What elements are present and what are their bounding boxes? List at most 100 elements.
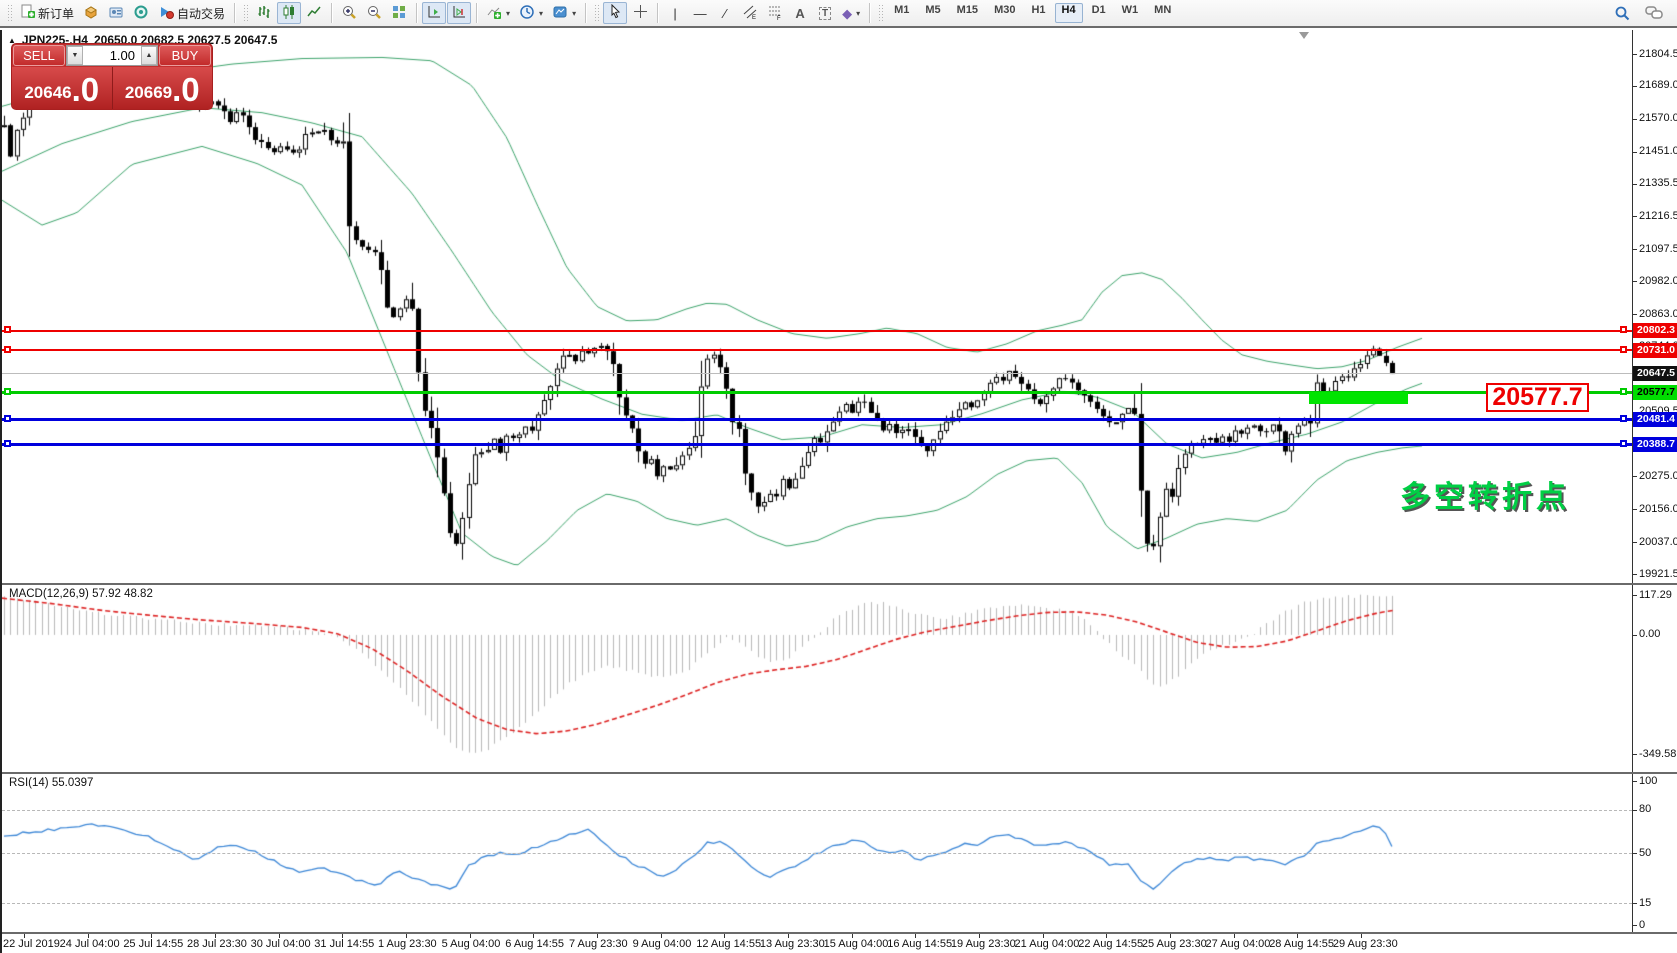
text-tool-button[interactable]: A — [788, 2, 812, 24]
hline-icon: — — [694, 7, 707, 20]
toolbar-grip — [594, 4, 599, 22]
price-callout-text: 20577.7 — [1492, 383, 1582, 412]
zoom-in-icon — [341, 4, 357, 23]
time-axis-label: 22 Jul 2019 — [3, 938, 60, 950]
horizontal-line-20388.7[interactable] — [2, 443, 1632, 446]
one-click-price-row: 20646 .0 20669 .0 — [12, 67, 212, 109]
buy-price-main: 20669 — [125, 80, 172, 106]
buy-button[interactable]: BUY — [159, 45, 211, 66]
new-order-button[interactable]: 新订单 — [16, 2, 78, 24]
macd-values: 57.92 48.82 — [92, 588, 153, 600]
timeframe-H1[interactable]: H1 — [1024, 3, 1052, 23]
time-axis-label: 28 Jul 23:30 — [187, 938, 247, 950]
data-window-button[interactable] — [129, 2, 153, 24]
toolbar-grip — [243, 4, 248, 22]
zoom-out-button[interactable] — [362, 2, 386, 24]
price-tick-label: 21335.5 — [1639, 177, 1677, 189]
line-chart-button[interactable] — [302, 2, 326, 24]
line-endpoint-handle[interactable] — [4, 415, 11, 422]
shapes-tool-button[interactable]: ◆ ▾ — [838, 2, 864, 24]
auto-scroll-button[interactable] — [422, 2, 446, 24]
price-callout-box[interactable]: 20577.7 — [1486, 383, 1589, 412]
sell-button[interactable]: SELL — [13, 45, 65, 66]
horizontal-line-20481.4[interactable] — [2, 418, 1632, 421]
cursor-tool-button[interactable] — [603, 2, 627, 24]
bar-chart-button[interactable] — [252, 2, 276, 24]
line-endpoint-handle[interactable] — [1620, 326, 1627, 333]
volume-stepper: ▼ ▲ — [66, 45, 158, 66]
chat-icon — [1645, 5, 1663, 21]
turning-point-note[interactable]: 多空转折点 — [1400, 472, 1570, 516]
trendline-tool-button[interactable]: ∕ — [713, 2, 737, 24]
line-endpoint-handle[interactable] — [4, 440, 11, 447]
price-badge: 20647.5 — [1633, 366, 1677, 381]
timeframe-M30[interactable]: M30 — [987, 3, 1022, 23]
volume-input[interactable] — [83, 46, 141, 65]
macd-label: MACD(12,26,9) — [9, 588, 89, 600]
templates-icon — [552, 4, 568, 23]
pane-separator[interactable] — [2, 772, 1677, 774]
indicators-button[interactable]: ▾ — [482, 2, 514, 24]
timeframe-M1[interactable]: M1 — [887, 3, 916, 23]
macd-pane-title: MACD(12,26,9) 57.92 48.82 — [9, 588, 153, 600]
bar-chart-icon — [256, 4, 272, 23]
time-axis-label: 13 Aug 23:30 — [760, 938, 825, 950]
time-axis-label: 7 Aug 23:30 — [569, 938, 628, 950]
rsi-level-line — [2, 853, 1632, 854]
line-endpoint-handle[interactable] — [1620, 388, 1627, 395]
chart-shift-marker[interactable] — [1299, 32, 1309, 39]
text-label-tool-button[interactable]: T — [813, 2, 837, 24]
search-button[interactable] — [1610, 2, 1635, 24]
buy-price-display[interactable]: 20669 .0 — [113, 67, 213, 109]
line-endpoint-handle[interactable] — [1620, 346, 1627, 353]
navigator-button[interactable] — [104, 2, 128, 24]
channel-tool-button[interactable]: E — [738, 2, 762, 24]
auto-trading-button[interactable]: 自动交易 — [154, 2, 229, 24]
crosshair-tool-button[interactable] — [628, 2, 652, 24]
zoom-in-button[interactable] — [337, 2, 361, 24]
fibonacci-tool-button[interactable]: F — [763, 2, 787, 24]
periods-button[interactable]: ▾ — [515, 2, 547, 24]
timeframe-M5[interactable]: M5 — [918, 3, 947, 23]
line-endpoint-handle[interactable] — [1620, 415, 1627, 422]
chart-shift-button[interactable] — [447, 2, 471, 24]
vline-tool-button[interactable]: | — [663, 2, 687, 24]
timeframe-H4[interactable]: H4 — [1055, 3, 1083, 23]
line-endpoint-handle[interactable] — [4, 326, 11, 333]
highlight-zone[interactable] — [1309, 392, 1408, 404]
time-axis-label: 28 Aug 14:55 — [1269, 938, 1334, 950]
time-axis-label: 30 Jul 04:00 — [251, 938, 311, 950]
price-tick-label: 19921.5 — [1639, 568, 1677, 580]
hline-tool-button[interactable]: — — [688, 2, 712, 24]
chart-window: ▲ JPN225-,H4 20650.0 20682.5 20627.5 206… — [0, 30, 1677, 953]
timeframe-MN[interactable]: MN — [1147, 3, 1178, 23]
chat-button[interactable] — [1641, 2, 1667, 24]
crosshair-icon — [633, 4, 648, 22]
price-tick-label: 20037.0 — [1639, 536, 1677, 548]
market-watch-button[interactable] — [79, 2, 103, 24]
chart-shift-icon — [451, 4, 467, 23]
line-endpoint-handle[interactable] — [1620, 440, 1627, 447]
data-window-icon — [133, 4, 149, 23]
volume-increase-button[interactable]: ▲ — [141, 46, 157, 65]
sell-price-display[interactable]: 20646 .0 — [12, 67, 113, 109]
timeframe-W1[interactable]: W1 — [1115, 3, 1146, 23]
rsi-level-line — [2, 903, 1632, 904]
horizontal-line-20647.5[interactable] — [2, 373, 1632, 374]
pane-separator[interactable] — [2, 583, 1677, 585]
tile-windows-button[interactable] — [387, 2, 411, 24]
time-axis-label: 25 Jul 14:55 — [123, 938, 183, 950]
volume-decrease-button[interactable]: ▼ — [67, 46, 83, 65]
horizontal-line-20731.0[interactable] — [2, 349, 1632, 351]
text-icon: A — [795, 7, 804, 20]
timeframe-M15[interactable]: M15 — [950, 3, 985, 23]
line-endpoint-handle[interactable] — [4, 388, 11, 395]
candlestick-chart-button[interactable] — [277, 2, 301, 24]
svg-text:F: F — [777, 16, 781, 20]
timeframe-D1[interactable]: D1 — [1085, 3, 1113, 23]
horizontal-line-20802.3[interactable] — [2, 330, 1632, 332]
templates-button[interactable]: ▾ — [548, 2, 580, 24]
time-axis-label: 12 Aug 14:55 — [696, 938, 761, 950]
line-endpoint-handle[interactable] — [4, 346, 11, 353]
pane-separator[interactable] — [2, 932, 1677, 934]
